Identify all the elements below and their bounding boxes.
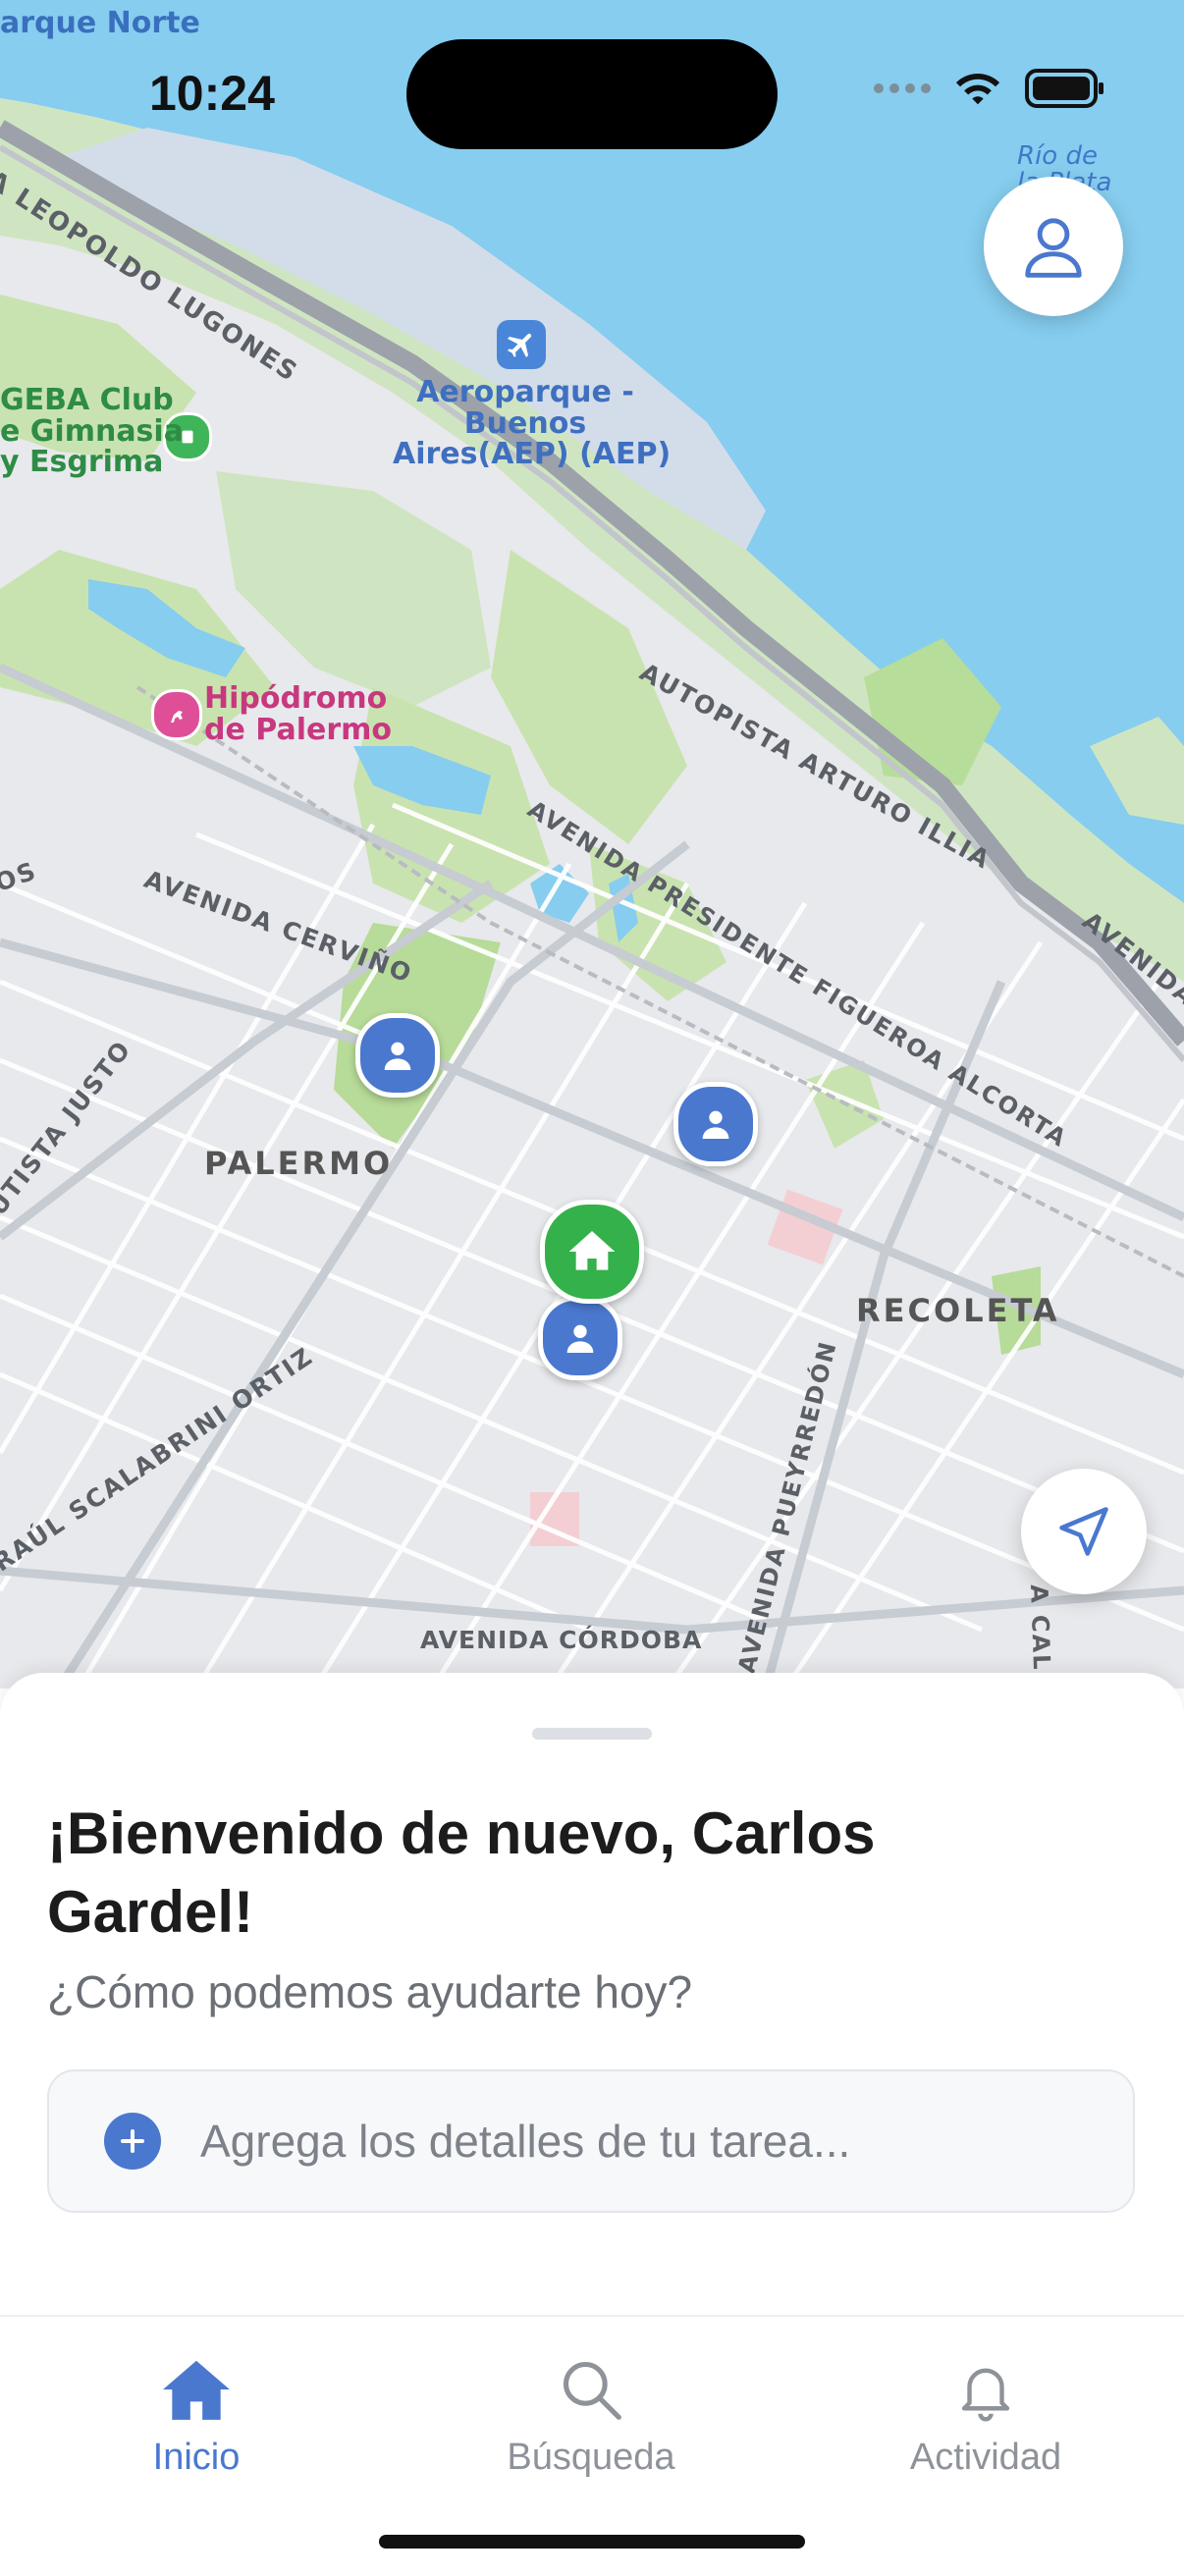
map-label-cordoba: AVENIDA CÓRDOBA xyxy=(420,1626,703,1654)
person-icon xyxy=(384,1042,411,1070)
aeroparque-line-1: Aeroparque - xyxy=(416,375,634,409)
map-label-aeroparque: Aeroparque - Buenos Aires(AEP) (AEP) xyxy=(393,375,671,470)
profile-button[interactable] xyxy=(984,177,1123,316)
horse-icon[interactable] xyxy=(151,689,202,740)
tab-inicio[interactable]: Inicio xyxy=(49,2356,344,2479)
status-icons xyxy=(874,69,1105,108)
sheet-drag-handle[interactable] xyxy=(532,1728,652,1740)
user-pin-3[interactable] xyxy=(538,1296,622,1380)
wifi-icon xyxy=(955,73,1000,105)
bell-icon xyxy=(961,2368,1010,2422)
airplane-icon[interactable] xyxy=(497,320,546,369)
geba-line-2: e Gimnasia xyxy=(0,413,184,449)
dynamic-island xyxy=(406,39,778,149)
map-label-geba: GEBA Club e Gimnasia y Esgrima xyxy=(0,385,184,478)
battery-icon xyxy=(1025,69,1103,108)
user-pin-1[interactable] xyxy=(355,1013,440,1098)
district-recoleta: RECOLETA xyxy=(856,1292,1060,1329)
tab-actividad[interactable]: Actividad xyxy=(838,2356,1133,2479)
bottom-sheet[interactable]: ¡Bienvenido de nuevo, Carlos Gardel! ¿Có… xyxy=(0,1673,1184,2317)
status-time: 10:24 xyxy=(149,66,275,121)
home-pin[interactable] xyxy=(540,1200,644,1304)
search-icon xyxy=(563,2361,621,2420)
user-pin-2[interactable] xyxy=(673,1082,758,1166)
plus-icon[interactable] xyxy=(104,2113,161,2170)
district-palermo: PALERMO xyxy=(204,1145,394,1182)
hipodromo-line-2: de Palermo xyxy=(204,712,392,747)
person-icon xyxy=(702,1110,729,1139)
cellular-signal-icon xyxy=(874,83,931,93)
person-icon xyxy=(566,1324,594,1353)
aeroparque-line-3: Aires(AEP) (AEP) xyxy=(393,437,672,471)
profile-icon xyxy=(1025,218,1082,278)
task-details-field[interactable] xyxy=(47,2069,1135,2213)
map-label-parque-norte: arque Norte xyxy=(0,6,200,40)
tab-label-actividad: Actividad xyxy=(909,2437,1062,2478)
hipodromo-line-1: Hipódromo xyxy=(204,681,388,716)
task-details-input[interactable] xyxy=(198,2114,1086,2169)
geba-line-3: y Esgrima xyxy=(0,445,164,479)
rio-line-1: Río de xyxy=(1017,141,1098,171)
aeroparque-line-2: Buenos xyxy=(463,405,587,441)
tab-label-busqueda: Búsqueda xyxy=(507,2437,675,2478)
home-icon xyxy=(568,1231,616,1270)
welcome-title: ¡Bienvenido de nuevo, Carlos Gardel! xyxy=(47,1800,876,1945)
home-icon xyxy=(163,2360,230,2420)
locate-me-button[interactable] xyxy=(1021,1469,1147,1594)
home-indicator xyxy=(379,2535,805,2549)
tab-busqueda[interactable]: Búsqueda xyxy=(444,2356,738,2479)
geba-line-1: GEBA Club xyxy=(0,383,174,417)
tab-label-inicio: Inicio xyxy=(152,2437,241,2478)
navigation-arrow-icon xyxy=(1059,1507,1108,1556)
map-label-hipodromo: Hipódromo de Palermo xyxy=(204,683,392,745)
welcome-subtitle: ¿Cómo podemos ayudarte hoy? xyxy=(47,1966,693,2017)
